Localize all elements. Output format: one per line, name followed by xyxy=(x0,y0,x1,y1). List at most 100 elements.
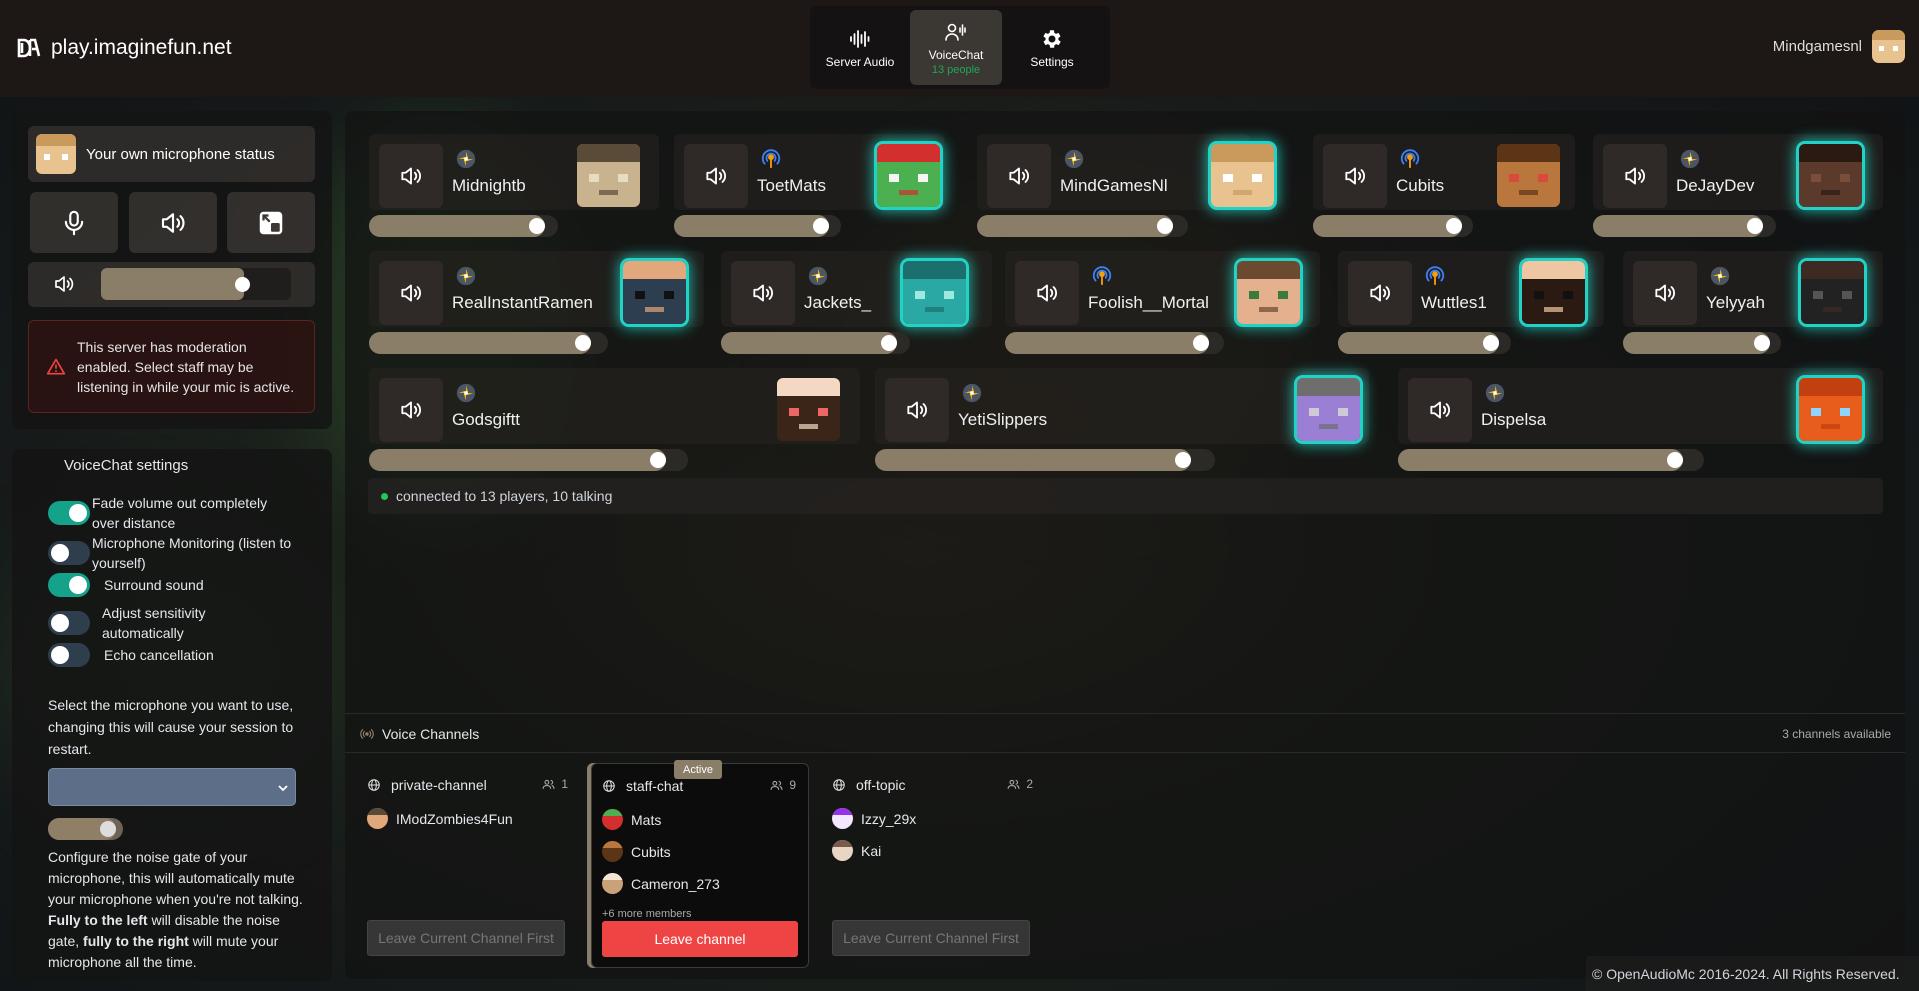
member-name: IModZombies4Fun xyxy=(396,810,513,827)
player-volume-knob[interactable] xyxy=(1747,218,1763,234)
tab-voicechat[interactable]: VoiceChat 13 people xyxy=(910,10,1002,85)
player-volume-slider[interactable] xyxy=(1338,332,1511,354)
player-volume-knob[interactable] xyxy=(1193,335,1209,351)
player-volume-slider[interactable] xyxy=(369,332,608,354)
player-volume-knob[interactable] xyxy=(650,452,666,468)
user-avatar xyxy=(1872,30,1905,63)
member-avatar xyxy=(367,808,388,829)
leave-current-channel-first-button[interactable]: Leave Current Channel First xyxy=(832,920,1030,956)
player-volume-knob[interactable] xyxy=(1175,452,1191,468)
player-volume-slider[interactable] xyxy=(1593,215,1776,237)
deafen-button[interactable] xyxy=(129,192,217,253)
toggle-fade-volume-label: Fade volume out completely over distance xyxy=(92,495,268,531)
chevron-down-icon xyxy=(278,785,288,792)
player-mute-button[interactable] xyxy=(885,378,949,442)
leave-current-channel-first-button[interactable]: Leave Current Channel First xyxy=(367,920,565,956)
player-mute-button[interactable] xyxy=(1015,261,1079,325)
player-volume-slider[interactable] xyxy=(674,215,841,237)
globe-icon xyxy=(603,780,615,792)
player-avatar xyxy=(877,144,940,207)
member-name: Izzy_29x xyxy=(861,810,917,827)
player-volume-fill xyxy=(977,215,1173,237)
player-volume-knob[interactable] xyxy=(1157,218,1173,234)
player-name: Jackets_ xyxy=(804,293,872,312)
channel-name-text: private-channel xyxy=(391,777,487,793)
player-volume-slider[interactable] xyxy=(1398,449,1704,471)
player-name: RealInstantRamen xyxy=(452,293,593,312)
tab-settings[interactable]: Settings xyxy=(1006,10,1098,85)
microphone-select[interactable] xyxy=(48,768,296,806)
noise-gate-slider[interactable] xyxy=(48,818,123,840)
member-avatar xyxy=(602,809,623,830)
connection-status-text: connected to 13 players, 10 talking xyxy=(396,488,613,504)
speaker-icon xyxy=(1009,167,1030,185)
player-volume-slider[interactable] xyxy=(369,215,558,237)
app-logo[interactable]: play.imaginefun.net xyxy=(17,36,232,60)
toggle-mic-monitoring[interactable] xyxy=(48,541,90,565)
broadcast-icon xyxy=(360,729,374,739)
player-avatar xyxy=(1497,144,1560,207)
channel-card-private-channel[interactable]: private-channel 1 IModZombies4Fun Leave C… xyxy=(345,763,580,968)
player-volume-slider[interactable] xyxy=(875,449,1215,471)
proximity-icon xyxy=(808,266,828,286)
player-mute-button[interactable] xyxy=(379,261,443,325)
player-avatar xyxy=(1799,144,1862,207)
player-volume-slider[interactable] xyxy=(1313,215,1473,237)
player-volume-knob[interactable] xyxy=(1754,335,1770,351)
player-mute-button[interactable] xyxy=(1323,144,1387,208)
player-mute-button[interactable] xyxy=(1633,261,1697,325)
noise-gate-knob[interactable] xyxy=(100,821,116,837)
mute-mic-button[interactable] xyxy=(30,192,118,253)
toggle-surround-sound[interactable] xyxy=(48,573,90,597)
user-profile[interactable]: Mindgamesnl xyxy=(1773,30,1905,63)
player-card: Cubits xyxy=(1313,134,1575,210)
leave-channel-button[interactable]: Leave channel xyxy=(602,921,798,957)
player-volume-knob[interactable] xyxy=(1446,218,1462,234)
mic-volume-knob[interactable] xyxy=(235,277,250,292)
player-name: Midnightb xyxy=(452,176,526,195)
player-card: ToetMats xyxy=(674,134,944,210)
player-volume-knob[interactable] xyxy=(1483,335,1499,351)
toggle-echo-cancellation[interactable] xyxy=(48,643,90,667)
player-volume-slider[interactable] xyxy=(1005,332,1224,354)
player-volume-knob[interactable] xyxy=(813,218,829,234)
player-mute-button[interactable] xyxy=(731,261,795,325)
proximity-icon xyxy=(456,149,476,169)
player-volume-knob[interactable] xyxy=(529,218,545,234)
player-volume-slider[interactable] xyxy=(721,332,910,354)
player-volume-slider[interactable] xyxy=(369,449,688,471)
player-mute-button[interactable] xyxy=(379,378,443,442)
player-card: YetiSlippers xyxy=(875,368,1369,444)
online-dot xyxy=(381,493,388,500)
player-volume-knob[interactable] xyxy=(881,335,897,351)
channel-member: Cameron_273 xyxy=(602,873,720,894)
player-card: Godsgiftt xyxy=(369,368,860,444)
channel-card-staff-chat[interactable]: staff-chat 9 Mats Cubits Cameron_273 +6 m… xyxy=(591,763,809,968)
speaker-icon xyxy=(1655,284,1676,302)
channel-card-off-topic[interactable]: off-topic 2 Izzy_29x Kai Leave Current Ch… xyxy=(810,763,1045,968)
tab-server-audio[interactable]: Server Audio xyxy=(814,10,906,85)
mic-volume-slider[interactable] xyxy=(101,268,291,300)
player-volume-knob[interactable] xyxy=(575,335,591,351)
picture-in-picture-button[interactable] xyxy=(227,192,315,253)
player-avatar xyxy=(903,261,966,324)
tab-voicechat-label: VoiceChat xyxy=(928,47,984,62)
player-mute-button[interactable] xyxy=(987,144,1051,208)
player-card: MindGamesNl xyxy=(977,134,1274,210)
speaker-icon xyxy=(401,401,422,419)
channel-member: Izzy_29x xyxy=(832,808,916,829)
toggle-auto-sensitivity[interactable] xyxy=(48,611,90,635)
player-volume-slider[interactable] xyxy=(977,215,1188,237)
speaker-icon xyxy=(1430,401,1451,419)
player-mute-button[interactable] xyxy=(1408,378,1472,442)
player-mute-button[interactable] xyxy=(1603,144,1667,208)
player-volume-slider[interactable] xyxy=(1623,332,1781,354)
channel-member: Mats xyxy=(602,809,661,830)
player-avatar xyxy=(1799,378,1862,441)
player-volume-knob[interactable] xyxy=(1667,452,1683,468)
toggle-fade-volume[interactable] xyxy=(48,501,90,525)
player-mute-button[interactable] xyxy=(379,144,443,208)
player-mute-button[interactable] xyxy=(684,144,748,208)
player-mute-button[interactable] xyxy=(1348,261,1412,325)
app-domain: play.imaginefun.net xyxy=(51,36,232,59)
